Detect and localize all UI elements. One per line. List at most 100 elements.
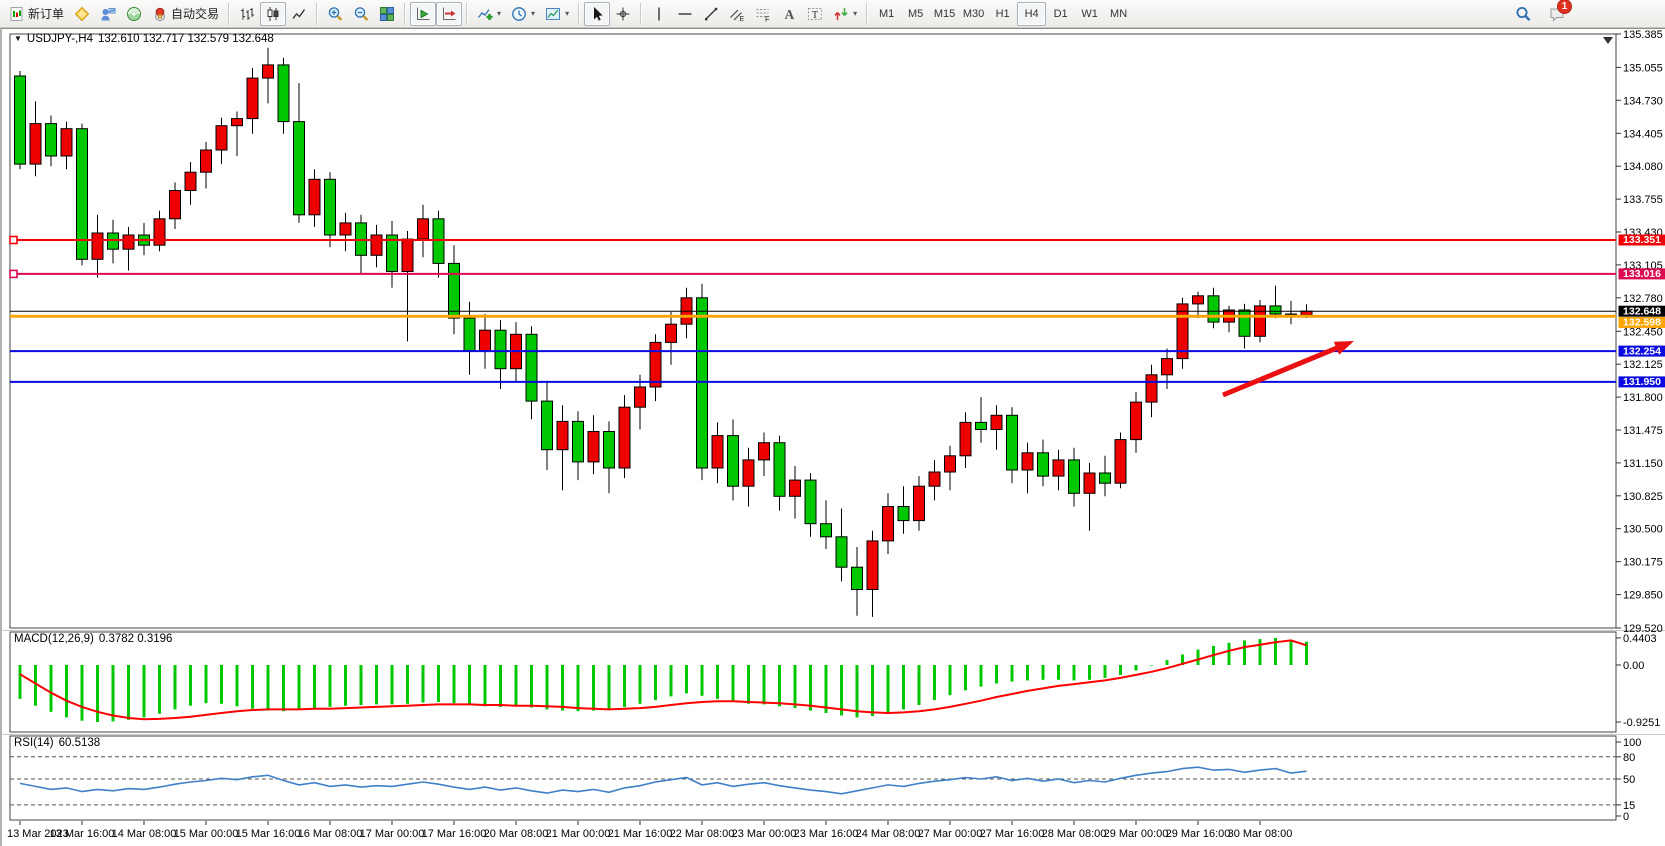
time-tick-label: 17 Mar 16:00 [422,828,487,840]
time-tick-label: 15 Mar 16:00 [236,828,301,840]
autotrading-button-label: 自动交易 [171,5,219,22]
signal-icon [126,6,142,22]
metaeditor-button[interactable] [69,2,95,26]
chart-shift-button[interactable] [436,2,462,26]
arrows-icon [833,6,849,22]
trendline-button[interactable] [698,2,724,26]
price-tick-label: 131.150 [1623,458,1663,470]
hline-button[interactable] [672,2,698,26]
price-tick-label: 130.825 [1623,491,1663,503]
line-chart-icon [291,6,307,22]
cursor-icon [589,6,605,22]
time-tick-label: 29 Mar 00:00 [1104,828,1169,840]
timeframe-button-m1[interactable]: M1 [872,2,901,26]
template-icon [545,6,561,22]
price-tick-label: 134.080 [1623,161,1663,173]
candlestick-button[interactable] [260,2,286,26]
price-tick-label: 132.780 [1623,293,1663,305]
periods-button[interactable]: ▾ [506,2,540,26]
chart-dropdown-icon[interactable] [14,34,22,43]
channel-icon: E [729,6,745,22]
person-chart-icon [100,6,116,22]
line-chart-button[interactable] [286,2,312,26]
macd-axis-label: 0.4403 [1623,633,1657,645]
timeframe-button-d1[interactable]: D1 [1046,2,1075,26]
price-tick-label: 135.055 [1623,62,1663,74]
new-order-button-label: 新订单 [28,5,64,22]
new-order-button[interactable]: 新订单 [4,2,69,26]
text-button[interactable]: A [776,2,802,26]
channel-button[interactable]: E [724,2,750,26]
price-tick-label: 129.850 [1623,590,1663,602]
tile-windows-button[interactable] [374,2,400,26]
price-tick-label: 134.730 [1623,95,1663,107]
timeframe-button-w1[interactable]: W1 [1075,2,1104,26]
rsi-indicator-value: 60.5138 [59,737,101,749]
line-handle[interactable] [10,237,17,244]
auto-scroll-icon [415,6,431,22]
market-watch-button[interactable] [95,2,121,26]
hline-icon [677,6,693,22]
timeframe-button-m15[interactable]: M15 [930,2,959,26]
zoom-in-icon [327,6,343,22]
time-tick-label: 22 Mar 08:00 [670,828,735,840]
timeframe-toolbar: M1M5M15M30H1H4D1W1MN [872,0,1133,28]
price-tick-label: 130.500 [1623,524,1663,536]
rsi-axis-label: 0 [1623,811,1629,823]
time-tick-label: 30 Mar 08:00 [1228,828,1293,840]
time-tick-label: 24 Mar 08:00 [856,828,921,840]
signals-button[interactable] [121,2,147,26]
zoom-in-button[interactable] [322,2,348,26]
zoom-out-icon [353,6,369,22]
cursor-button[interactable] [584,2,610,26]
toolbar-right: 1 [1510,2,1570,26]
macd-axis-label: -0.9251 [1623,717,1660,729]
line-price-tag: 132.254 [1623,345,1661,357]
svg-text:A: A [785,7,795,22]
timeframe-button-m30[interactable]: M30 [959,2,988,26]
dropdown-caret-icon[interactable]: ▾ [853,9,857,18]
toolbar-group [584,0,636,28]
dropdown-caret-icon[interactable]: ▾ [497,9,501,18]
dropdown-caret-icon[interactable]: ▾ [531,9,535,18]
notifications-button[interactable]: 1 [1544,2,1570,26]
time-tick-label: 27 Mar 16:00 [980,828,1045,840]
toolbar-separator [578,3,580,25]
crosshair-button[interactable] [610,2,636,26]
timeframe-button-h4[interactable]: H4 [1017,2,1046,26]
timeframe-button-mn[interactable]: MN [1104,2,1133,26]
bar-chart-button[interactable] [234,2,260,26]
autotrade-icon [152,6,168,22]
price-scale[interactable]: 135.385135.055134.730134.405134.080133.7… [1616,29,1663,635]
time-scale[interactable]: 13 Mar 202313 Mar 16:0014 Mar 08:0015 Ma… [7,821,1292,840]
line-price-tag: 133.351 [1623,234,1661,246]
line-price-tag: 133.016 [1623,268,1661,280]
chart-canvas[interactable]: 135.385135.055134.730134.405134.080133.7… [2,29,1665,846]
time-tick-label: 13 Mar 16:00 [50,828,115,840]
toolbar-group: ▾ ▾ ▾ [472,0,574,28]
trendline-icon [703,6,719,22]
macd-axis-label: 0.00 [1623,660,1644,672]
search-button[interactable] [1510,2,1536,26]
price-tick-label: 134.405 [1623,128,1663,140]
rsi-axis-label: 50 [1623,774,1635,786]
timeframe-button-h1[interactable]: H1 [988,2,1017,26]
arrows-button[interactable]: ▾ [828,2,862,26]
line-handle[interactable] [10,270,17,277]
chart-title[interactable]: USDJPY-,H4132.610 132.717 132.579 132.64… [14,33,274,45]
vline-button[interactable] [646,2,672,26]
rsi-axis-label: 80 [1623,752,1635,764]
dropdown-caret-icon[interactable]: ▾ [565,9,569,18]
templates-button[interactable]: ▾ [540,2,574,26]
fibonacci-icon: F [755,6,771,22]
zoom-out-button[interactable] [348,2,374,26]
fibonacci-button[interactable]: F [750,2,776,26]
toolbar-separator [228,3,230,25]
line-price-tag: 131.950 [1623,376,1661,388]
label-button[interactable]: T [802,2,828,26]
auto-scroll-button[interactable] [410,2,436,26]
price-tick-label: 133.755 [1623,194,1663,206]
autotrading-button[interactable]: 自动交易 [147,2,224,26]
indicators-button[interactable]: ▾ [472,2,506,26]
timeframe-button-m5[interactable]: M5 [901,2,930,26]
